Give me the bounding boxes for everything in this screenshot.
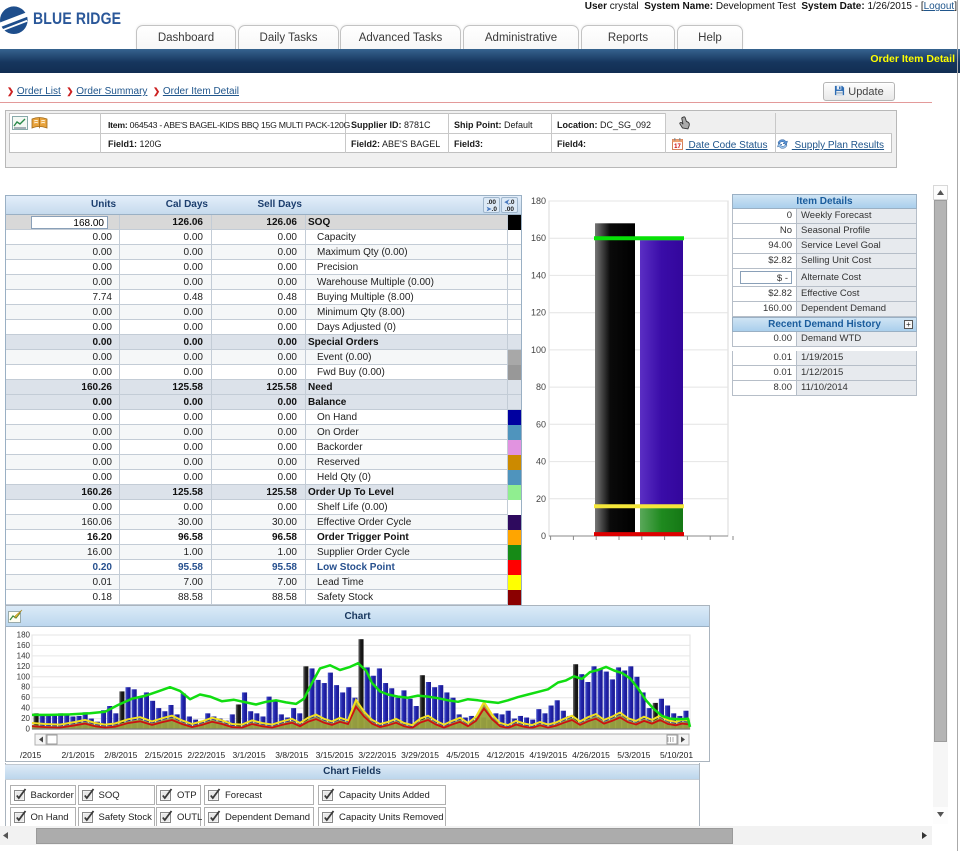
svg-text:100: 100 <box>531 345 546 355</box>
svg-text:/2015: /2015 <box>20 750 42 760</box>
svg-text:60: 60 <box>536 419 546 429</box>
svg-text:4/26/2015: 4/26/2015 <box>572 750 610 760</box>
svg-text:4/19/2015: 4/19/2015 <box>529 750 567 760</box>
svg-text:5/3/2015: 5/3/2015 <box>617 750 650 760</box>
svg-text:80: 80 <box>21 683 30 692</box>
svg-text:4/12/2015: 4/12/2015 <box>487 750 525 760</box>
svg-text:160: 160 <box>531 233 546 243</box>
svg-text:180: 180 <box>17 631 31 640</box>
svg-text:17: 17 <box>674 144 681 150</box>
svg-text:3/15/2015: 3/15/2015 <box>316 750 354 760</box>
svg-text:140: 140 <box>531 270 546 280</box>
svg-text:160: 160 <box>17 641 31 650</box>
svg-text:40: 40 <box>21 704 30 713</box>
svg-text:0: 0 <box>541 531 546 541</box>
svg-text:3/22/2015: 3/22/2015 <box>358 750 396 760</box>
svg-text:100: 100 <box>17 672 31 681</box>
svg-text:80: 80 <box>536 382 546 392</box>
svg-text:2/1/2015: 2/1/2015 <box>61 750 94 760</box>
svg-text:5/10/201: 5/10/201 <box>660 750 693 760</box>
svg-text:3/29/2015: 3/29/2015 <box>401 750 439 760</box>
svg-text:120: 120 <box>531 308 546 318</box>
svg-text:2/8/2015: 2/8/2015 <box>104 750 137 760</box>
svg-text:0: 0 <box>26 725 31 734</box>
svg-text:40: 40 <box>536 457 546 467</box>
svg-text:2/22/2015: 2/22/2015 <box>187 750 225 760</box>
svg-text:2/15/2015: 2/15/2015 <box>145 750 183 760</box>
svg-text:3/8/2015: 3/8/2015 <box>275 750 308 760</box>
svg-text:60: 60 <box>21 693 30 702</box>
svg-text:140: 140 <box>17 651 31 660</box>
svg-text:20: 20 <box>21 714 30 723</box>
svg-text:3/1/2015: 3/1/2015 <box>233 750 266 760</box>
svg-text:120: 120 <box>17 662 31 671</box>
svg-text:180: 180 <box>531 196 546 206</box>
svg-text:20: 20 <box>536 494 546 504</box>
svg-text:4/5/2015: 4/5/2015 <box>446 750 479 760</box>
